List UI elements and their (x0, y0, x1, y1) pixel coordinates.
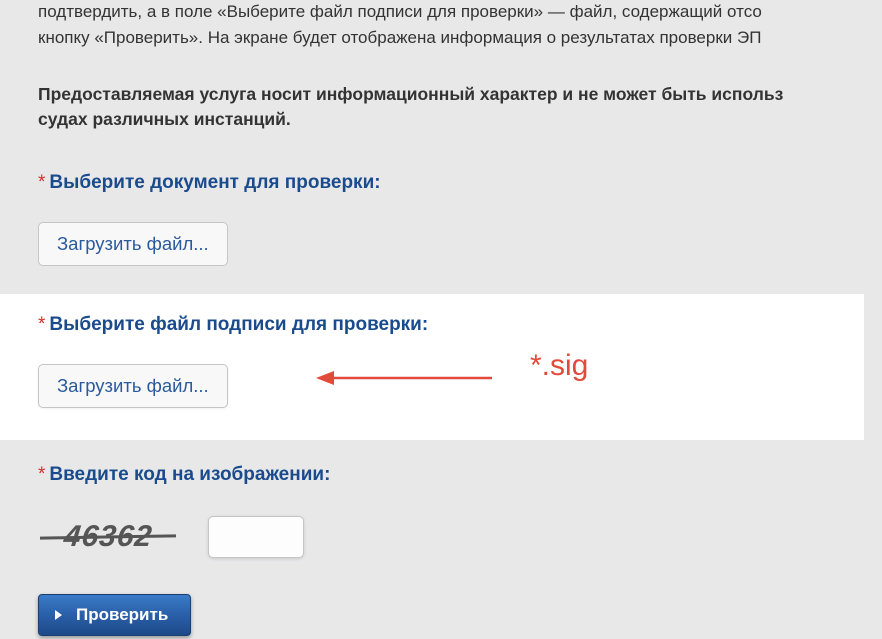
disclaimer-line-2: судах различных инстанций. (38, 107, 882, 132)
captcha-input[interactable] (208, 516, 304, 558)
play-icon (55, 610, 62, 620)
captcha-label-text: Введите код на изображении: (49, 464, 330, 485)
arrow-annotation (314, 366, 494, 390)
signature-field-label: *Выберите файл подписи для проверки: (38, 314, 864, 336)
document-field-label: *Выберите документ для проверки: (38, 172, 882, 194)
required-mark: * (38, 172, 45, 193)
arrow-left-icon (314, 366, 494, 390)
sig-extension-hint: *.sig (530, 349, 588, 383)
intro-paragraph: подтвердить, а в поле «Выберите файл под… (38, 0, 882, 50)
upload-signature-button[interactable]: Загрузить файл... (38, 364, 228, 408)
document-label-text: Выберите документ для проверки: (49, 172, 380, 193)
signature-upload-section: *Выберите файл подписи для проверки: Заг… (0, 294, 864, 440)
required-mark: * (38, 314, 45, 335)
captcha-row: 46362 (38, 514, 882, 560)
required-mark: * (38, 464, 45, 485)
disclaimer-line-1: Предоставляемая услуга носит информацион… (38, 82, 882, 107)
intro-line-1: подтвердить, а в поле «Выберите файл под… (38, 0, 882, 24)
signature-label-text: Выберите файл подписи для проверки: (49, 314, 428, 335)
captcha-image: 46362 (38, 514, 178, 560)
captcha-field-label: *Введите код на изображении: (38, 464, 882, 486)
disclaimer-text: Предоставляемая услуга носит информацион… (38, 82, 882, 133)
intro-line-2: кнопку «Проверить». На экране будет отоб… (38, 26, 882, 50)
submit-button-label: Проверить (76, 605, 168, 625)
upload-document-button[interactable]: Загрузить файл... (38, 222, 228, 266)
submit-button[interactable]: Проверить (38, 594, 191, 636)
